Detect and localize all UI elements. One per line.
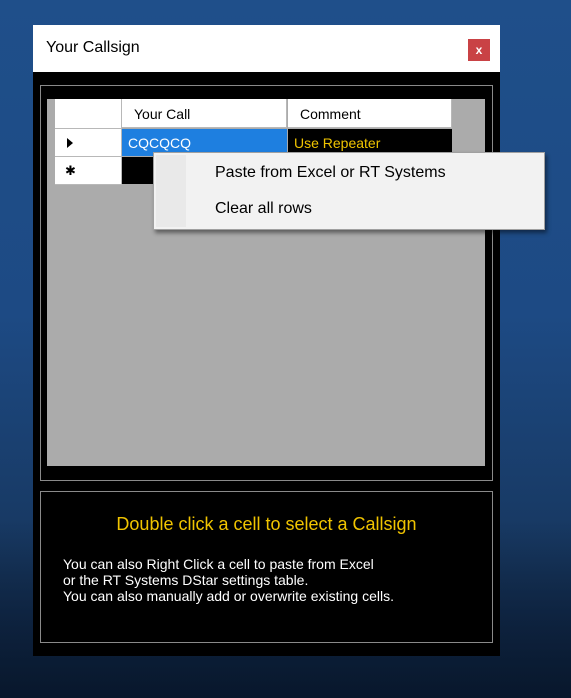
row-header-new[interactable]: ✱ — [55, 157, 122, 185]
menu-item-paste-from-excel[interactable]: Paste from Excel or RT Systems — [156, 156, 542, 189]
close-button[interactable]: x — [468, 39, 490, 61]
new-row-asterisk-icon: ✱ — [65, 163, 76, 178]
window-title: Your Callsign — [46, 39, 140, 56]
title-bar[interactable]: Your Callsign x — [33, 25, 500, 72]
info-line: You can also Right Click a cell to paste… — [63, 556, 374, 572]
current-row-arrow-icon — [67, 138, 73, 148]
menu-item-clear-all-rows[interactable]: Clear all rows — [156, 192, 542, 225]
column-header-comment[interactable]: Comment — [288, 99, 452, 128]
callsign-window: Your Callsign x Your Call Comment CQCQCQ… — [33, 25, 500, 656]
info-line: or the RT Systems DStar settings table. — [63, 572, 309, 588]
row-header-current[interactable] — [55, 129, 122, 157]
menu-item-label: Paste from Excel or RT Systems — [215, 164, 446, 181]
grid-corner-header — [55, 99, 122, 129]
info-line: You can also manually add or overwrite e… — [63, 588, 394, 604]
info-text: You can also Right Click a cell to paste… — [63, 556, 394, 604]
context-menu: Paste from Excel or RT Systems Clear all… — [153, 152, 545, 230]
menu-item-label: Clear all rows — [215, 200, 312, 217]
column-header-your-call[interactable]: Your Call — [122, 99, 287, 128]
info-heading: Double click a cell to select a Callsign — [116, 514, 417, 534]
info-panel: Double click a cell to select a Callsign… — [40, 491, 493, 643]
